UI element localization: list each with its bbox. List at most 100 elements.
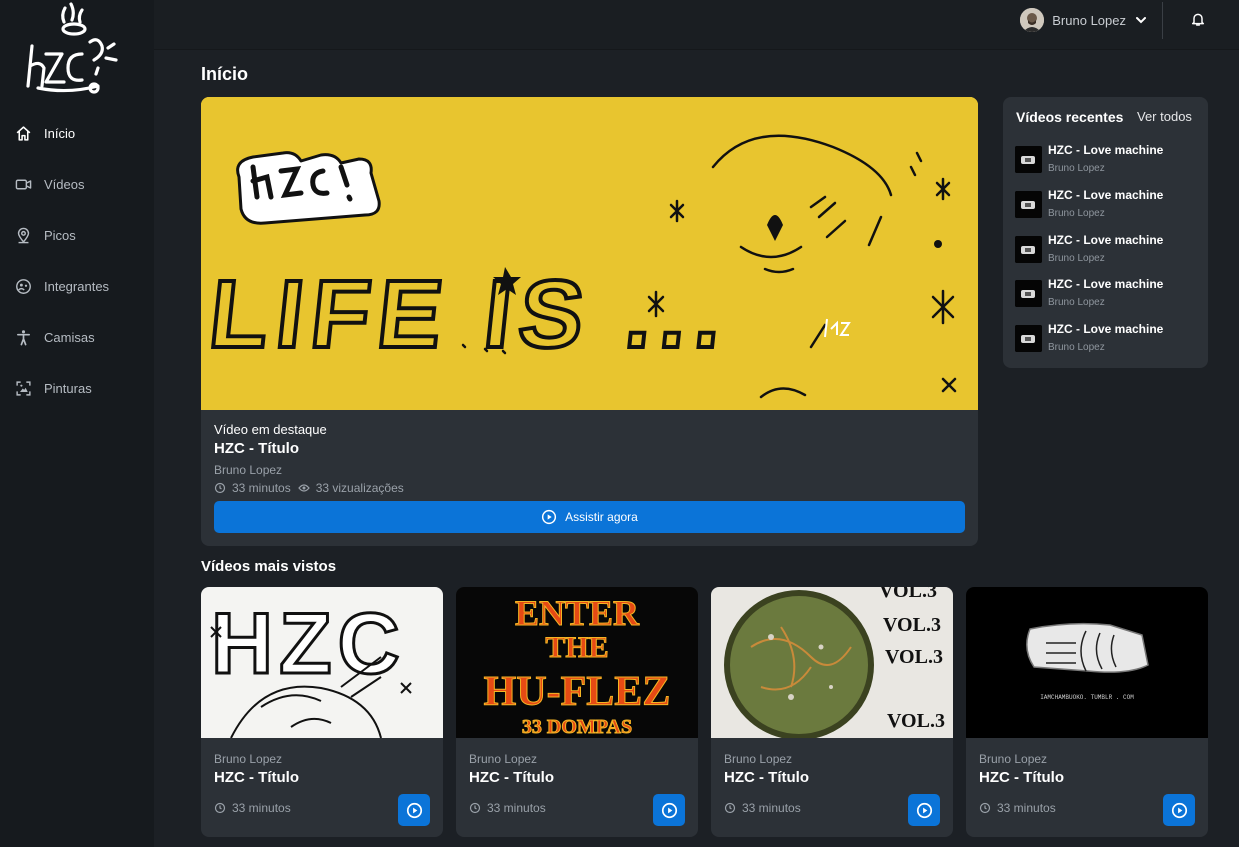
featured-label: Vídeo em destaque [214,422,327,437]
list-item[interactable]: HZC - Love machine Bruno Lopez [1015,188,1200,226]
featured-thumbnail[interactable]: LIFE IS ... [201,97,978,410]
card-duration: 33 minutos [214,801,291,815]
see-all-link[interactable]: Ver todos [1137,109,1192,124]
card-duration: 33 minutos [724,801,801,815]
recent-item-author: Bruno Lopez [1048,297,1105,308]
sidebar-item-label: Início [44,126,76,141]
sidebar-item-label: Camisas [44,330,95,345]
recent-thumbnail [1015,236,1042,263]
avatar [1020,8,1045,32]
card-title[interactable]: HZC - Título [979,769,1064,786]
thumbnail-line: VOL.3 [879,587,937,602]
card-duration-text: 33 minutos [232,801,291,815]
clock-icon [214,802,226,814]
play-circle-icon [661,802,677,818]
list-item[interactable]: HZC - Love machine Bruno Lopez [1015,277,1200,315]
sidebar-item-camisas[interactable]: Camisas [0,312,154,363]
video-thumbnail[interactable]: IAMCHAMBUOKO. TUMBLR . COM [966,587,1208,738]
sidebar-item-inicio[interactable]: Início [0,108,154,159]
play-button[interactable] [908,794,940,826]
hzc-logo[interactable] [24,2,124,98]
card-duration: 33 minutos [469,801,546,815]
home-icon [14,125,32,143]
play-circle-icon [406,802,422,818]
card-author: Bruno Lopez [214,752,283,766]
recent-item-author: Bruno Lopez [1048,163,1105,174]
watch-now-label: Assistir agora [565,510,638,524]
recent-item-title: HZC - Love machine [1048,322,1164,336]
thumbnail-line: THE [545,631,608,664]
sidebar-item-label: Pinturas [44,381,92,396]
card-duration-text: 33 minutos [742,801,801,815]
video-card: VOL.3 VOL.3 VOL.3 VOL.3 Bruno Lopez HZC … [711,587,953,837]
most-viewed-title: Vídeos mais vistos [201,558,337,575]
sidebar-item-label: Integrantes [44,279,110,294]
sidebar-item-videos[interactable]: Vídeos [0,159,154,210]
clock-icon [724,802,736,814]
video-thumbnail[interactable]: VOL.3 VOL.3 VOL.3 VOL.3 [711,587,953,738]
featured-meta: 33 minutos 33 vizualizações [214,481,404,495]
featured-title[interactable]: HZC - Título [214,440,299,457]
eye-icon [297,484,310,492]
sidebar-item-pinturas[interactable]: Pinturas [0,363,154,414]
recent-item-title: HZC - Love machine [1048,277,1164,291]
thumbnail-text: HZC [211,596,406,692]
person-icon [14,329,32,347]
featured-views: 33 vizualizações [315,481,404,495]
recent-item-author: Bruno Lopez [1048,342,1105,353]
featured-video-card: LIFE IS ... Vídeo em destaque HZC - Títu… [201,97,978,546]
card-author: Bruno Lopez [979,752,1048,766]
card-title[interactable]: HZC - Título [724,769,809,786]
clock-icon [214,482,226,494]
bell-icon[interactable] [1190,11,1206,27]
recent-thumbnail [1015,325,1042,352]
user-name: Bruno Lopez [1052,12,1126,28]
play-button[interactable] [1163,794,1195,826]
thumbnail-line: ENTER [515,593,640,633]
play-circle-icon [542,509,557,525]
thumbnail-line: VOL.3 [883,614,941,636]
featured-author: Bruno Lopez [214,463,283,477]
video-thumbnail[interactable]: HZC [201,587,443,738]
thumbnail-text: IAMCHAMBUOKO. TUMBLR . COM [1040,694,1134,701]
chevron-down-icon [1136,17,1146,24]
recent-thumbnail [1015,191,1042,218]
card-duration-text: 33 minutos [997,801,1056,815]
play-button[interactable] [398,794,430,826]
play-circle-icon [916,802,932,818]
thumbnail-line: 33 DOMPAS [522,716,632,738]
sidebar-item-integrantes[interactable]: Integrantes [0,261,154,312]
clock-icon [469,802,481,814]
recent-item-title: HZC - Love machine [1048,143,1164,157]
sidebar-item-label: Vídeos [44,177,85,192]
image-icon [14,380,32,398]
list-item[interactable]: HZC - Love machine Bruno Lopez [1015,322,1200,360]
card-author: Bruno Lopez [724,752,793,766]
card-title[interactable]: HZC - Título [469,769,554,786]
topbar: Bruno Lopez [154,0,1239,50]
page-title: Início [201,64,249,84]
user-menu[interactable]: Bruno Lopez [1020,8,1147,32]
recent-item-author: Bruno Lopez [1048,253,1105,264]
clock-icon [979,802,991,814]
video-card: HZC Bruno Lopez HZC - Título 33 minutos [201,587,443,837]
map-pin-icon [14,227,32,245]
list-item[interactable]: HZC - Love machine Bruno Lopez [1015,143,1200,181]
recent-thumbnail [1015,146,1042,173]
video-thumbnail[interactable]: ENTER THE HU-FLEZ 33 DOMPAS [456,587,698,738]
sidebar: Início Vídeos Picos Integrantes Camisas [0,0,154,847]
list-item[interactable]: HZC - Love machine Bruno Lopez [1015,233,1200,271]
recent-item-author: Bruno Lopez [1048,208,1105,219]
play-button[interactable] [653,794,685,826]
sidebar-item-picos[interactable]: Picos [0,210,154,261]
video-icon [14,176,32,194]
recent-item-title: HZC - Love machine [1048,233,1164,247]
sidebar-item-label: Picos [44,228,76,243]
card-title[interactable]: HZC - Título [214,769,299,786]
recent-videos-panel: Vídeos recentes Ver todos HZC - Love mac… [1003,97,1208,368]
thumbnail-line: HU-FLEZ [484,669,671,715]
play-circle-icon [1171,802,1187,818]
users-icon [14,278,32,296]
topbar-divider [1162,2,1163,39]
watch-now-button[interactable]: Assistir agora [214,501,965,533]
